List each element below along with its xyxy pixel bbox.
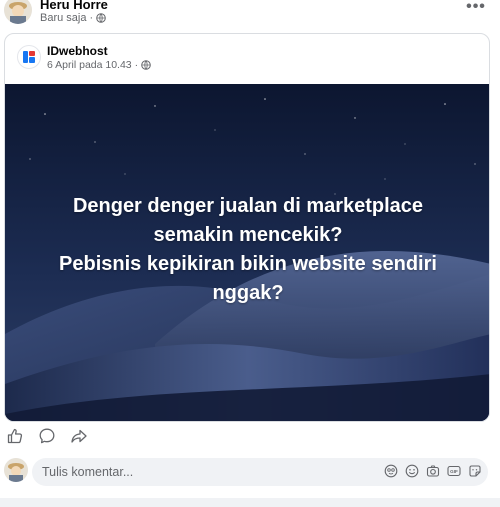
page-name[interactable]: IDwebhost <box>47 44 108 58</box>
page-date[interactable]: 6 April pada 10.43 <box>47 59 132 71</box>
camera-icon[interactable] <box>426 464 440 478</box>
share-icon[interactable] <box>70 427 88 445</box>
comment-icon[interactable] <box>38 427 56 445</box>
shared-post[interactable]: IDwebhost 6 April pada 10.43 · Denger de… <box>4 33 490 422</box>
gif-icon[interactable]: GIF <box>447 464 461 478</box>
feed-gap <box>0 498 500 507</box>
post-image-line-4: nggak? <box>212 282 284 304</box>
post-image-line-1: Denger denger jualan di marketplace <box>72 195 424 217</box>
comment-tools: GIF <box>384 464 482 478</box>
page-logo[interactable] <box>17 45 41 69</box>
actions-row <box>0 424 500 448</box>
separator-dot: · <box>89 12 94 24</box>
globe-icon <box>141 60 151 70</box>
like-icon[interactable] <box>6 427 24 445</box>
svg-text:GIF: GIF <box>450 469 458 474</box>
author-name[interactable]: Heru Horre <box>40 0 108 12</box>
sticker-icon[interactable] <box>468 464 482 478</box>
post-image-line-2: semakin mencekik? <box>153 224 343 246</box>
page-meta: 6 April pada 10.43 · <box>47 59 151 71</box>
more-horizontal-icon[interactable]: ••• <box>466 0 486 18</box>
avatar-sticker-icon[interactable] <box>384 464 398 478</box>
logo-bar-blue <box>23 51 28 63</box>
post-card: Heru Horre Baru saja · ••• IDwebhost 6 A… <box>0 0 500 498</box>
logo-bar-red <box>29 51 35 56</box>
post-image-line-3: Pebisnis kepikiran bikin website sendiri <box>59 253 437 275</box>
avatar[interactable] <box>4 0 32 24</box>
globe-icon <box>96 13 106 23</box>
comment-input[interactable] <box>42 458 382 486</box>
avatar[interactable] <box>4 458 28 482</box>
separator-dot: · <box>134 59 139 71</box>
shared-post-header: IDwebhost 6 April pada 10.43 · <box>5 34 489 84</box>
comment-box[interactable]: GIF <box>32 458 488 486</box>
post-image-text: Denger denger jualan di marketplace sema… <box>5 192 489 308</box>
comment-row: GIF <box>0 456 500 488</box>
post-image[interactable]: Denger denger jualan di marketplace sema… <box>5 84 489 421</box>
emoji-icon[interactable] <box>405 464 419 478</box>
logo-bar-blue-2 <box>29 57 35 63</box>
post-header: Heru Horre Baru saja · ••• <box>0 0 500 28</box>
post-time[interactable]: Baru saja <box>40 12 86 24</box>
post-meta: Baru saja · <box>40 12 106 24</box>
